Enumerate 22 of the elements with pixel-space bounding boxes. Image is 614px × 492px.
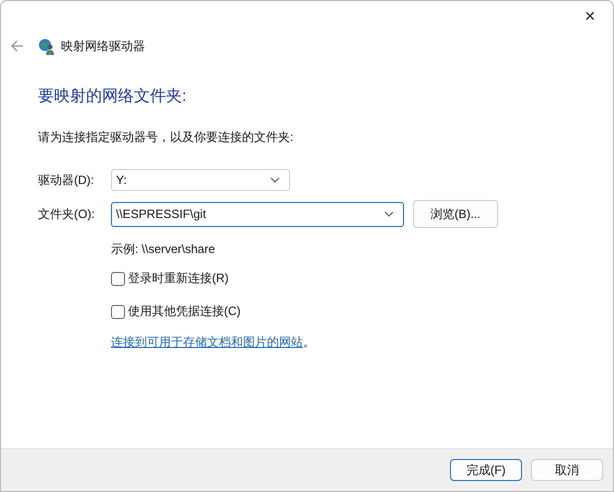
example-text: 示例: \\server\share — [111, 241, 216, 258]
folder-combobox[interactable]: \\ESPRESSIF\git — [111, 202, 404, 226]
folder-label: 文件夹(O): — [38, 206, 96, 222]
finish-button[interactable]: 完成(F) — [450, 459, 522, 481]
page-heading: 要映射的网络文件夹: — [38, 86, 188, 107]
checkbox-label: 使用其他凭据连接(C) — [128, 303, 241, 320]
chevron-down-icon — [384, 211, 394, 217]
window-title: 映射网络驱动器 — [61, 38, 145, 54]
checkbox[interactable] — [111, 304, 125, 318]
chevron-down-icon — [270, 177, 280, 183]
drive-label: 驱动器(D): — [38, 172, 95, 188]
network-drive-icon — [38, 38, 55, 54]
browse-button[interactable]: 浏览(B)... — [413, 200, 498, 228]
close-button[interactable]: ✕ — [567, 1, 613, 31]
checkbox-label: 登录时重新连接(R) — [128, 270, 229, 287]
back-arrow-icon[interactable] — [10, 40, 24, 52]
website-link[interactable]: 连接到可用于存储文档和图片的网站 — [111, 335, 303, 349]
link-sentence: 连接到可用于存储文档和图片的网站。 — [111, 334, 316, 351]
instruction-text: 请为连接指定驱动器号，以及你要连接的文件夹: — [38, 129, 294, 146]
drive-dropdown[interactable]: Y: — [111, 169, 290, 191]
cancel-button[interactable]: 取消 — [531, 459, 603, 481]
checkbox[interactable] — [111, 272, 125, 286]
